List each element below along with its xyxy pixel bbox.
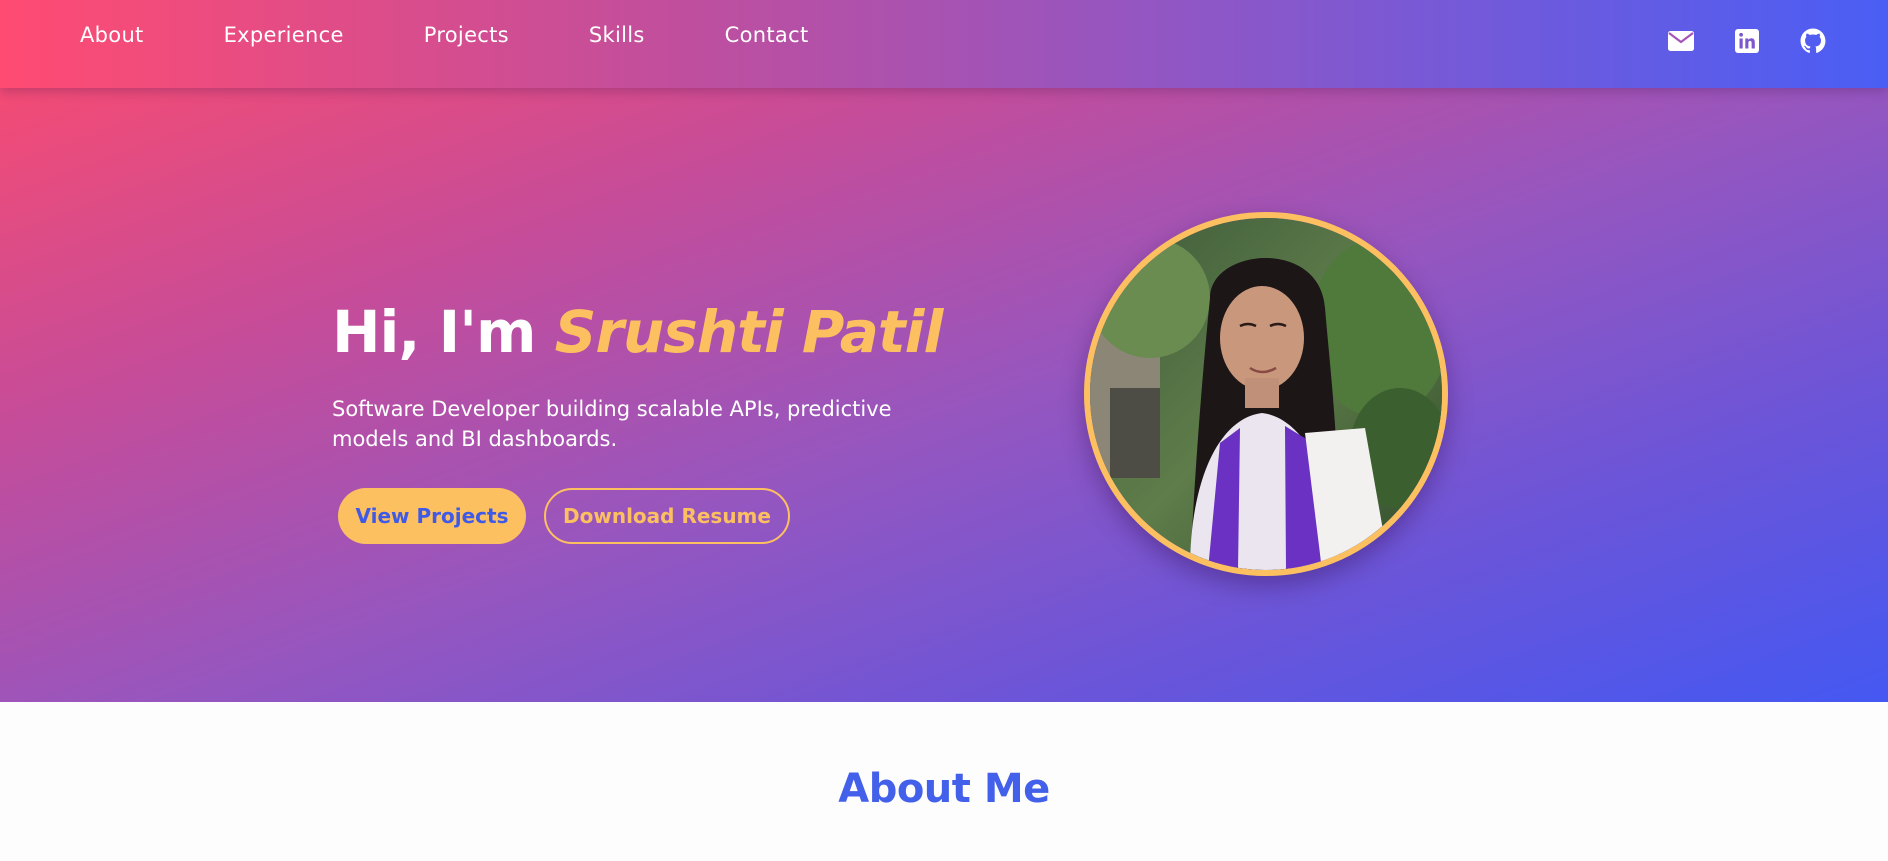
hero-buttons: View Projects Download Resume bbox=[338, 488, 790, 544]
nav-link-skills[interactable]: Skills bbox=[589, 23, 645, 47]
nav-link-about[interactable]: About bbox=[80, 23, 144, 47]
github-icon[interactable] bbox=[1800, 28, 1826, 54]
hero-greeting: Hi, I'm bbox=[332, 298, 555, 366]
download-resume-button[interactable]: Download Resume bbox=[544, 488, 790, 544]
nav-links: About Experience Projects Skills Contact bbox=[80, 23, 808, 47]
social-icons bbox=[1668, 28, 1826, 54]
navbar: About Experience Projects Skills Contact bbox=[0, 0, 1888, 88]
hero-text: Hi, I'm Srushti Patil Software Developer… bbox=[332, 292, 952, 454]
view-projects-button[interactable]: View Projects bbox=[338, 488, 526, 544]
mail-icon[interactable] bbox=[1668, 28, 1694, 54]
nav-link-projects[interactable]: Projects bbox=[424, 23, 509, 47]
about-section-title: About Me bbox=[838, 766, 1050, 812]
linkedin-icon[interactable] bbox=[1734, 28, 1760, 54]
nav-link-experience[interactable]: Experience bbox=[224, 23, 344, 47]
nav-link-contact[interactable]: Contact bbox=[725, 23, 809, 47]
hero-name: Srushti Patil bbox=[554, 298, 944, 366]
hero-subtitle: Software Developer building scalable API… bbox=[332, 397, 892, 451]
hero-title: Hi, I'm Srushti Patil bbox=[332, 292, 952, 372]
profile-photo bbox=[1084, 212, 1448, 576]
